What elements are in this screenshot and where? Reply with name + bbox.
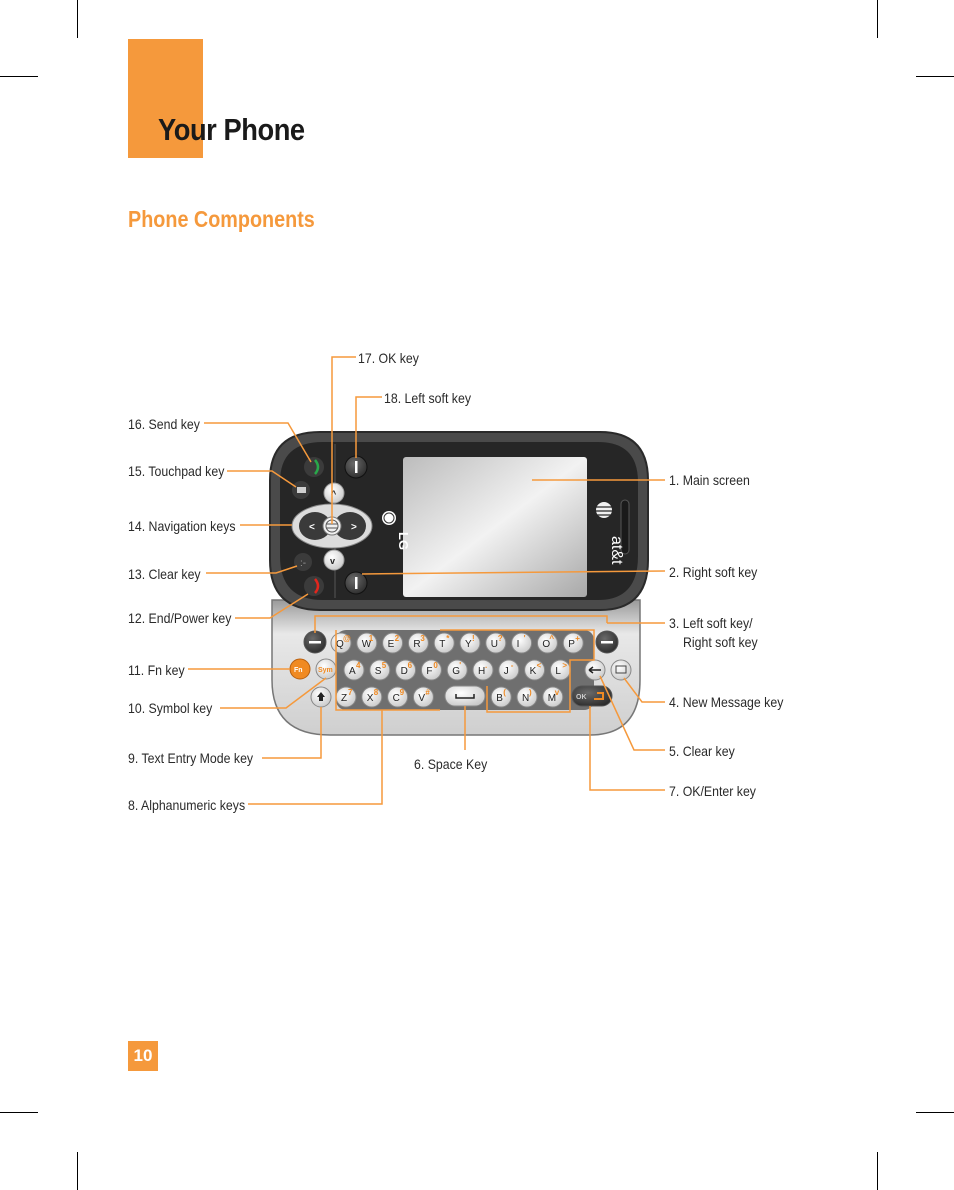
key-symbol: >: [562, 661, 567, 670]
key-letter: Z: [341, 693, 347, 704]
key-symbol: 4: [356, 661, 361, 670]
key-symbol: .: [485, 661, 487, 670]
page-number: 10: [128, 1041, 158, 1071]
key-symbol: 6: [408, 661, 413, 670]
key-symbol: ?: [498, 634, 503, 643]
svg-text:v: v: [330, 556, 335, 566]
callout-ok-enter-key: 7. OK/Enter key: [669, 783, 756, 799]
svg-text::-: :-: [300, 558, 306, 569]
callout-right-soft-key: 2. Right soft key: [669, 564, 758, 580]
key-symbol: +: [575, 634, 580, 643]
callout-navigation-keys: 14. Navigation keys: [128, 518, 236, 534]
callout-main-screen: 1. Main screen: [669, 472, 750, 488]
callout-clear-key-13: 13. Clear key: [128, 566, 201, 582]
key-symbol: 9: [400, 688, 405, 697]
space-key: [444, 685, 486, 707]
end-power-key: [304, 576, 324, 596]
key-symbol: @: [343, 634, 351, 643]
main-screen: [403, 457, 587, 597]
callout-left-right-soft-key: 3. Left soft key/: [669, 615, 753, 631]
key-letter: X: [367, 693, 374, 704]
key-symbol: 7: [348, 688, 353, 697]
callout-clear-key-5: 5. Clear key: [669, 743, 735, 759]
callout-alphanumeric-keys: 8. Alphanumeric keys: [128, 797, 246, 813]
key-symbol: #: [425, 688, 430, 697]
callout-ok-key: 17. OK key: [358, 350, 419, 366]
key-letter: L: [555, 666, 561, 677]
key-symbol: -: [511, 661, 514, 670]
key-symbol: 8: [374, 688, 379, 697]
key-letter: F: [426, 666, 432, 677]
key-symbol: <: [537, 661, 542, 670]
key-letter: P: [568, 639, 575, 650]
key-symbol: ): [529, 688, 532, 697]
key-symbol: 2: [395, 634, 400, 643]
sym-key-label: Sym: [318, 667, 333, 674]
key-symbol: ^: [549, 634, 554, 643]
send-key: [304, 457, 324, 477]
key-symbol: ': [524, 634, 526, 643]
key-symbol: 5: [382, 661, 387, 670]
callout-left-soft-key: 18. Left soft key: [384, 390, 471, 406]
key-letter: T: [439, 639, 445, 650]
callout-left-right-soft-key-line2: Right soft key: [683, 634, 758, 650]
callout-send-key: 16. Send key: [128, 416, 200, 432]
callout-fn-key: 11. Fn key: [128, 662, 185, 678]
key-letter: B: [496, 693, 503, 704]
key-letter: E: [388, 639, 395, 650]
key-letter: I: [517, 639, 520, 650]
key-symbol: v: [555, 688, 560, 697]
callout-symbol-key: 10. Symbol key: [128, 700, 213, 716]
callout-end-power-key: 12. End/Power key: [128, 610, 232, 626]
phone-diagram: :- ^ v < > LG at&t Q@W1E2R3T*Y!U?I'O^P+A…: [188, 356, 666, 805]
key-letter: A: [349, 666, 356, 677]
key-letter: V: [418, 693, 425, 704]
key-letter: K: [530, 666, 537, 677]
key-symbol: 3: [420, 634, 425, 643]
new-message-key: [610, 659, 632, 681]
callout-text-entry-mode-key: 9. Text Entry Mode key: [128, 750, 254, 766]
svg-text:<: <: [309, 522, 315, 533]
key-symbol: !: [472, 634, 475, 643]
svg-text:>: >: [351, 522, 357, 533]
callout-space-key: 6. Space Key: [414, 756, 488, 772]
key-letter: Y: [465, 639, 472, 650]
key-letter: J: [504, 666, 509, 677]
key-symbol: ': [459, 661, 461, 670]
key-i: [511, 632, 533, 654]
brand-logo: LG: [396, 532, 411, 550]
key-letter: S: [375, 666, 382, 677]
key-symbol: 0: [433, 661, 438, 670]
key-symbol: (: [503, 688, 506, 697]
callout-new-message-key: 4. New Message key: [669, 694, 784, 710]
callout-touchpad-key: 15. Touchpad key: [128, 463, 225, 479]
carrier-logo: at&t: [608, 536, 625, 565]
key-symbol: 1: [369, 634, 374, 643]
fn-key-label: Fn: [294, 667, 303, 674]
ok-key-label: OK: [576, 694, 587, 701]
